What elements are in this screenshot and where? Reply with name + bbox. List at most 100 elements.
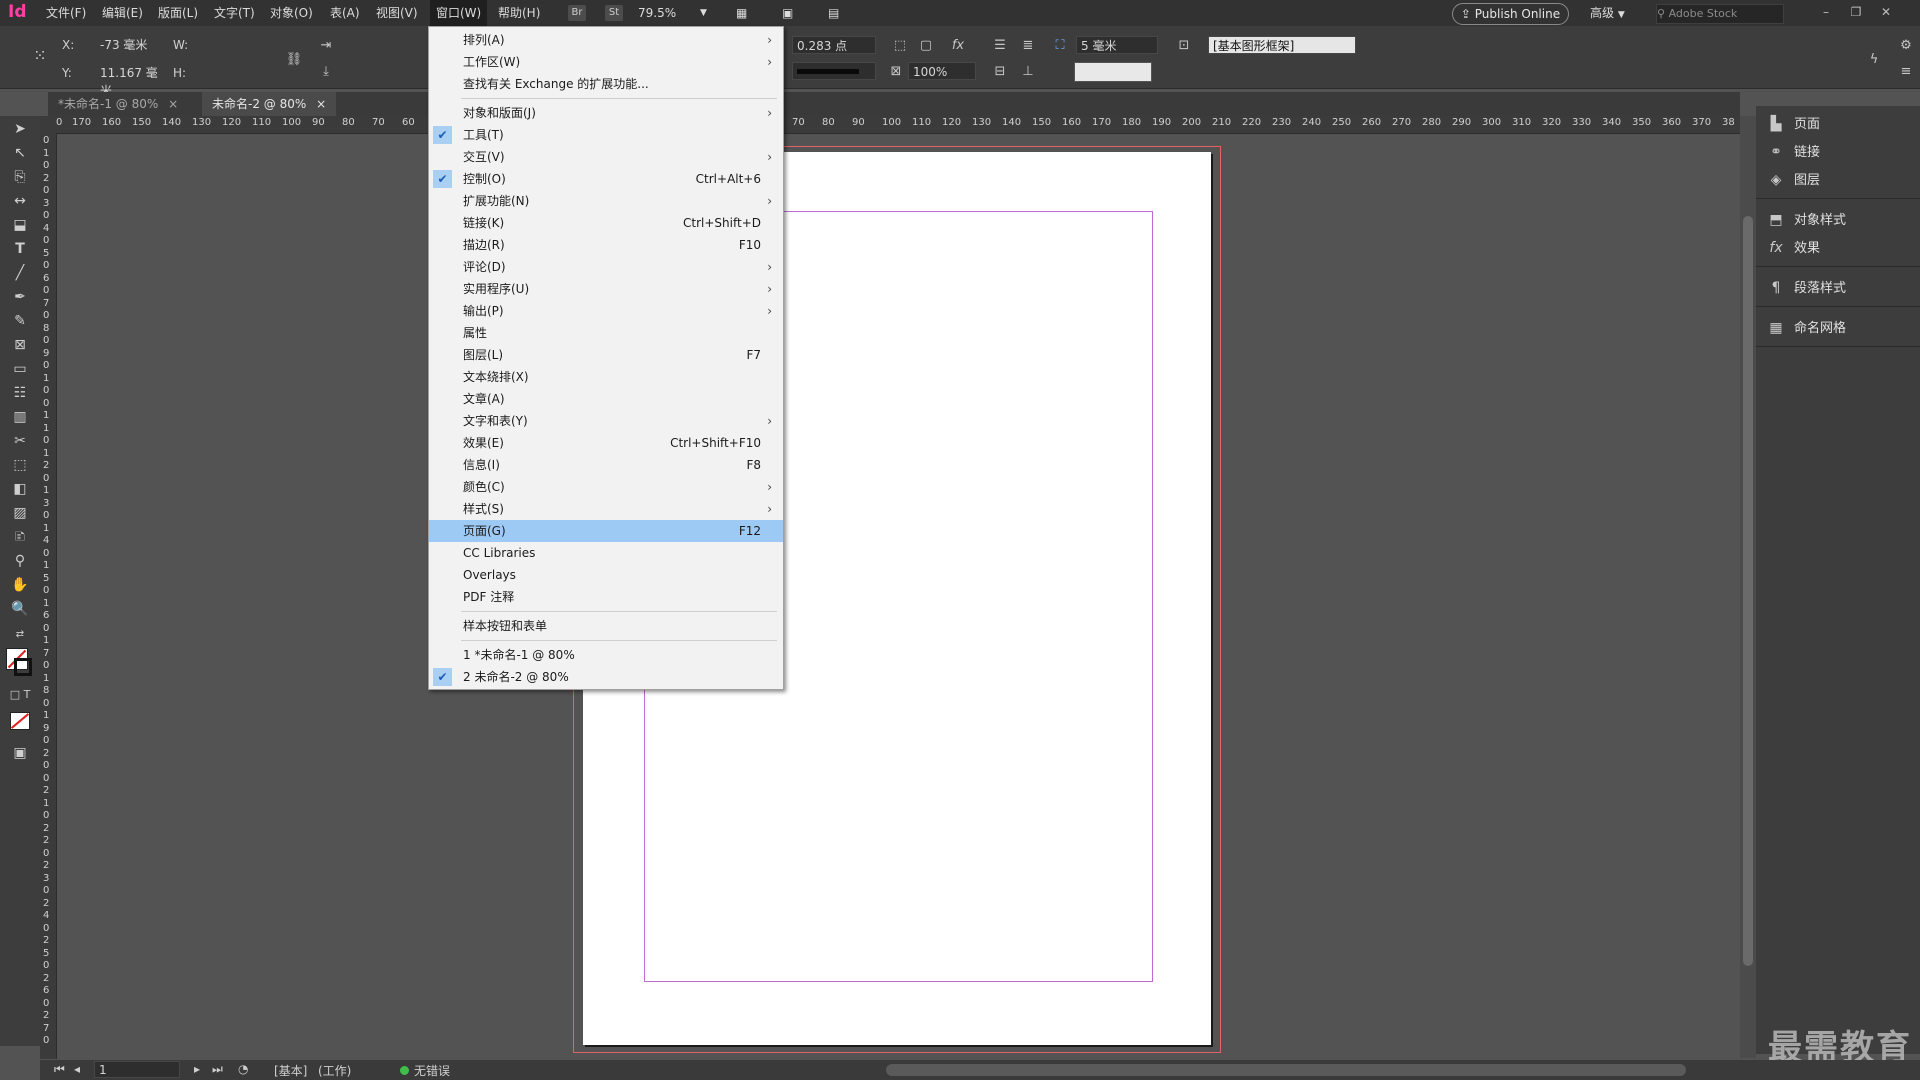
zoom-level[interactable]: 79.5% bbox=[632, 0, 682, 26]
scissors-tool-icon[interactable]: ✂ bbox=[8, 430, 32, 452]
menu-edit[interactable]: 编辑(E) bbox=[96, 0, 149, 26]
scale-y-field[interactable] bbox=[340, 62, 424, 80]
menu-item[interactable]: 文章(A) bbox=[429, 388, 783, 410]
frame-style-dropdown[interactable]: [基本图形框架] bbox=[1208, 36, 1356, 54]
scale-y-icon[interactable]: ⤓ bbox=[316, 62, 336, 82]
vertical-ruler[interactable]: 0102030405060708090100110120130140150160… bbox=[40, 133, 57, 1059]
menu-item[interactable]: 实用程序(U) › bbox=[429, 278, 783, 300]
tab-document-2[interactable]: 未命名-2 @ 80% × bbox=[202, 92, 337, 116]
menu-view[interactable]: 视图(V) bbox=[370, 0, 424, 26]
type-tool-icon[interactable]: T bbox=[8, 238, 32, 260]
preflight-profile[interactable]: [基本] bbox=[274, 1062, 307, 1079]
panel-effects[interactable]: fx 效果 bbox=[1764, 234, 1914, 262]
align-bottom-icon[interactable]: ⊥ bbox=[1018, 62, 1038, 82]
last-page-icon[interactable]: ⏭ bbox=[212, 1062, 223, 1077]
align-center-icon[interactable]: ≣ bbox=[1018, 36, 1038, 56]
reference-point-icon[interactable]: ⁙ bbox=[28, 46, 52, 68]
panel-menu-icon[interactable]: ≡ bbox=[1896, 62, 1916, 82]
scrollbar-thumb[interactable] bbox=[1743, 216, 1753, 966]
constrain-proportions-icon[interactable]: ⛓ bbox=[284, 50, 304, 70]
arrange-documents-icon[interactable]: ▤ bbox=[822, 0, 845, 26]
menu-item[interactable]: Overlays bbox=[429, 564, 783, 586]
page-tool-icon[interactable]: ⎘ bbox=[8, 166, 32, 188]
menu-item[interactable]: 查找有关 Exchange 的扩展功能... bbox=[429, 73, 783, 95]
menu-item[interactable]: 对象和版面(J) › bbox=[429, 102, 783, 124]
menu-item[interactable]: 链接(K) Ctrl+Shift+D bbox=[429, 212, 783, 234]
restore-button[interactable]: ❐ bbox=[1846, 3, 1866, 21]
menu-item[interactable]: 颜色(C) › bbox=[429, 476, 783, 498]
horizontal-ruler[interactable]: 0 170 160 150 140 130 120 110 100 90 80 … bbox=[56, 116, 1740, 134]
menu-item[interactable]: CC Libraries bbox=[429, 542, 783, 564]
height-field[interactable] bbox=[192, 64, 254, 82]
menu-window[interactable]: 窗口(W) bbox=[430, 0, 488, 26]
line-tool-icon[interactable]: ╱ bbox=[8, 262, 32, 284]
preflight-working[interactable]: (工作) bbox=[318, 1062, 351, 1079]
zoom-dropdown-icon[interactable]: ▼ bbox=[694, 0, 713, 26]
fx-icon[interactable]: fx bbox=[948, 36, 968, 56]
scale-x-icon[interactable]: ⇥ bbox=[316, 36, 336, 56]
menu-type[interactable]: 文字(T) bbox=[208, 0, 261, 26]
gradient-feather-tool-icon[interactable]: ▨ bbox=[8, 502, 32, 524]
menu-item[interactable]: ✔ 工具(T) bbox=[429, 124, 783, 146]
rectangle-frame-tool-icon[interactable]: ⊠ bbox=[8, 334, 32, 356]
horizontal-scrollbar[interactable] bbox=[886, 1064, 1686, 1076]
menu-item[interactable]: 文本绕排(X) bbox=[429, 366, 783, 388]
apply-none-icon[interactable] bbox=[10, 712, 30, 730]
error-status-text[interactable]: 无错误 bbox=[414, 1062, 450, 1079]
menu-item[interactable]: PDF 注释 bbox=[429, 586, 783, 608]
menu-item[interactable]: 扩展功能(N) › bbox=[429, 190, 783, 212]
ruler-origin[interactable] bbox=[40, 116, 56, 133]
menu-file[interactable]: 文件(F) bbox=[40, 0, 92, 26]
panel-named-grids[interactable]: ▦ 命名网格 bbox=[1764, 314, 1914, 342]
menu-table[interactable]: 表(A) bbox=[324, 0, 366, 26]
panel-paragraph-styles[interactable]: ¶ 段落样式 bbox=[1764, 274, 1914, 302]
offset-field[interactable]: 5 毫米 bbox=[1076, 36, 1158, 54]
bridge-button[interactable]: Br bbox=[568, 5, 586, 21]
panel-pages[interactable]: ▙ 页面 bbox=[1764, 110, 1914, 138]
stroke-frame-icon[interactable]: ▢ bbox=[916, 36, 936, 56]
eyedropper-tool-icon[interactable]: ⚲ bbox=[8, 550, 32, 572]
page-number-field[interactable]: 1 bbox=[94, 1061, 180, 1078]
fill-color-swatch[interactable] bbox=[1074, 62, 1152, 82]
menu-item[interactable]: 样式(S) › bbox=[429, 498, 783, 520]
rectangle-tool-icon[interactable]: ▭ bbox=[8, 358, 32, 380]
selection-tool-icon[interactable]: ➤ bbox=[8, 118, 32, 140]
menu-item[interactable]: ✔ 控制(O) Ctrl+Alt+6 bbox=[429, 168, 783, 190]
menu-item[interactable]: 页面(G) F12 bbox=[429, 520, 783, 542]
y-field[interactable]: 11.167 毫米 bbox=[96, 64, 166, 98]
close-icon[interactable]: × bbox=[316, 97, 326, 111]
zoom-tool-icon[interactable]: 🔍 bbox=[8, 598, 32, 620]
menu-item[interactable]: 属性 bbox=[429, 322, 783, 344]
next-page-icon[interactable]: ▸ bbox=[194, 1062, 200, 1076]
stock-button[interactable]: St bbox=[605, 5, 623, 21]
first-page-icon[interactable]: ⏮ bbox=[54, 1062, 65, 1077]
menu-help[interactable]: 帮助(H) bbox=[492, 0, 546, 26]
publish-online-button[interactable]: ⇪ Publish Online bbox=[1452, 3, 1569, 25]
x-field[interactable]: -73 毫米 bbox=[96, 36, 166, 54]
menu-item[interactable]: 文字和表(Y) › bbox=[429, 410, 783, 432]
fill-frame-icon[interactable]: ⬚ bbox=[890, 36, 910, 56]
stroke-swatch-icon[interactable] bbox=[14, 658, 32, 676]
workspace-switcher[interactable]: 高级 ▼ bbox=[1584, 0, 1631, 26]
panel-links[interactable]: ⚭ 链接 bbox=[1764, 138, 1914, 166]
pencil-tool-icon[interactable]: ✎ bbox=[8, 310, 32, 332]
formatting-affects-container-icon[interactable]: □ T bbox=[8, 684, 32, 706]
view-options-icon[interactable]: ▣ bbox=[776, 0, 799, 26]
vertical-scrollbar[interactable] bbox=[1740, 116, 1756, 1058]
gradient-swatch-tool-icon[interactable]: ◧ bbox=[8, 478, 32, 500]
menu-object[interactable]: 对象(O) bbox=[264, 0, 319, 26]
content-collector-icon[interactable]: ⬓ bbox=[8, 214, 32, 236]
minimize-button[interactable]: – bbox=[1816, 3, 1836, 21]
stroke-weight-field[interactable]: 0.283 点 bbox=[792, 36, 876, 54]
default-fill-stroke-icon[interactable]: ⇄ bbox=[8, 624, 32, 646]
previous-page-icon[interactable]: ◂ bbox=[74, 1062, 80, 1076]
close-window-button[interactable]: ✕ bbox=[1876, 3, 1896, 21]
quick-apply-icon[interactable]: ϟ bbox=[1864, 50, 1884, 70]
width-field[interactable] bbox=[192, 36, 254, 54]
close-icon[interactable]: × bbox=[168, 97, 178, 111]
distribute-icon[interactable]: ⊟ bbox=[990, 62, 1010, 82]
menu-item[interactable]: 输出(P) › bbox=[429, 300, 783, 322]
menu-item[interactable]: 交互(V) › bbox=[429, 146, 783, 168]
free-transform-tool-icon[interactable]: ⬚ bbox=[8, 454, 32, 476]
adobe-stock-search[interactable]: ⚲ Adobe Stock bbox=[1656, 4, 1784, 24]
